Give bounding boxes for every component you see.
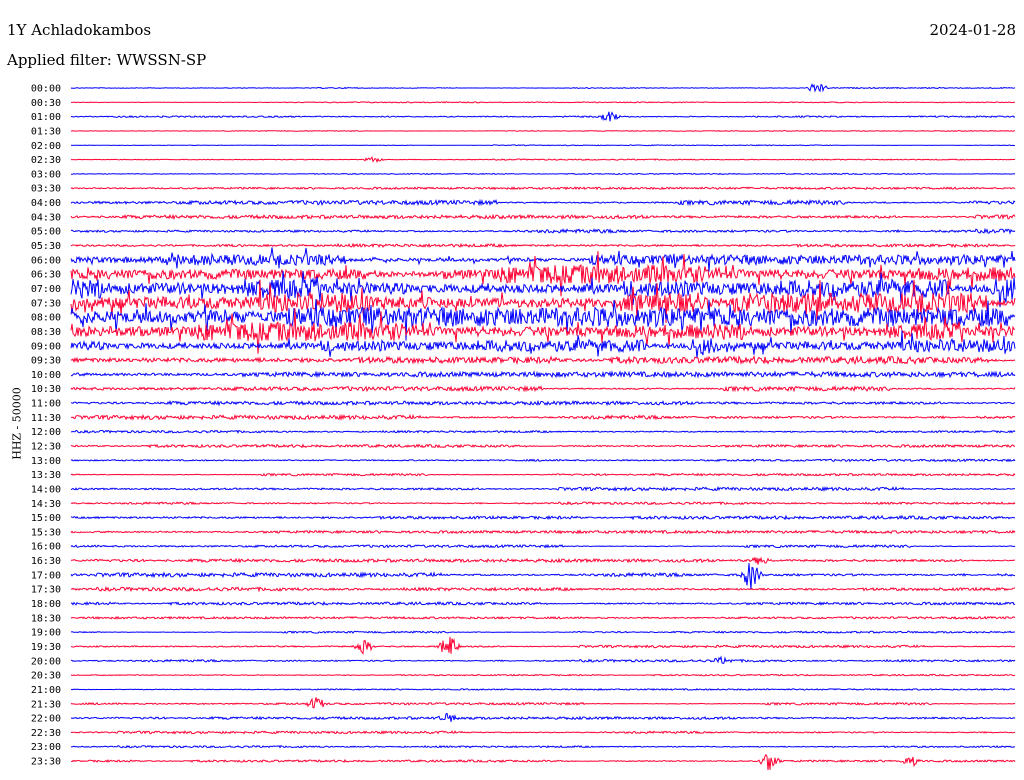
trace-1030 <box>70 384 1016 393</box>
tick-label: 00:30 <box>31 98 61 109</box>
tick-label: 03:30 <box>31 184 61 195</box>
trace-0100 <box>70 111 1016 122</box>
trace-1230 <box>70 443 1015 449</box>
tick-label: 02:30 <box>31 155 61 166</box>
tick-label: 03:00 <box>31 169 61 180</box>
trace-2130 <box>70 697 1016 709</box>
trace-0030 <box>70 101 1015 104</box>
tick-label: 14:00 <box>31 484 61 495</box>
tick-label: 05:00 <box>31 227 61 238</box>
trace-2030 <box>70 673 1016 677</box>
trace-2300 <box>70 744 1016 749</box>
tick-label: 01:00 <box>31 112 61 123</box>
tick-label: 06:00 <box>31 255 61 266</box>
trace-1730 <box>70 586 1016 593</box>
trace-1200 <box>70 429 1016 434</box>
trace-1100 <box>70 399 1016 407</box>
tick-label: 21:00 <box>31 685 61 696</box>
tick-label: 20:00 <box>31 656 61 667</box>
tick-label: 13:30 <box>31 470 61 481</box>
tick-label: 04:00 <box>31 198 61 209</box>
tick-label: 00:00 <box>31 84 61 95</box>
tick-label: 10:30 <box>31 384 61 395</box>
tick-label: 14:30 <box>31 499 61 510</box>
trace-1500 <box>70 514 1016 521</box>
tick-label: 22:30 <box>31 728 61 739</box>
trace-0430 <box>70 213 1016 221</box>
trace-1400 <box>70 486 1016 492</box>
tick-label: 11:00 <box>31 399 61 410</box>
tick-label: 08:30 <box>31 327 61 338</box>
trace-0930 <box>70 354 1016 366</box>
trace-0600 <box>70 247 1016 272</box>
tick-label: 17:00 <box>31 570 61 581</box>
tick-label: 12:00 <box>31 427 61 438</box>
tick-label: 21:30 <box>31 699 61 710</box>
trace-2230 <box>70 730 1016 735</box>
tick-label: 23:30 <box>31 757 61 768</box>
trace-1300 <box>70 458 1016 463</box>
trace-1800 <box>70 600 1016 606</box>
trace-0200 <box>71 144 1016 147</box>
trace-1430 <box>70 501 1016 506</box>
tick-label: 22:00 <box>31 714 61 725</box>
tick-label: 05:30 <box>31 241 61 252</box>
trace-0230 <box>70 156 1016 164</box>
tick-label: 07:00 <box>31 284 61 295</box>
trace-1900 <box>70 630 1016 634</box>
trace-0130 <box>70 129 1016 132</box>
tick-label: 06:30 <box>31 270 61 281</box>
trace-0000 <box>70 83 1016 93</box>
trace-0400 <box>70 198 1016 207</box>
tick-label: 04:30 <box>31 212 61 223</box>
tick-label: 18:30 <box>31 613 61 624</box>
tick-label: 20:30 <box>31 671 61 682</box>
tick-label: 16:00 <box>31 542 61 553</box>
tick-label: 15:00 <box>31 513 61 524</box>
trace-1600 <box>70 543 1016 549</box>
trace-2000 <box>70 655 1016 664</box>
tick-label: 11:30 <box>31 413 61 424</box>
trace-2200 <box>70 712 1016 722</box>
tick-label: 12:30 <box>31 442 61 453</box>
tick-label: 19:30 <box>31 642 61 653</box>
trace-1630 <box>70 556 1016 565</box>
trace-0500 <box>70 227 1016 235</box>
trace-1330 <box>70 472 1016 477</box>
tick-label: 02:00 <box>31 141 61 152</box>
trace-2330 <box>70 753 1016 771</box>
trace-1700 <box>70 563 1016 590</box>
trace-0300 <box>70 172 1016 176</box>
tick-label: 17:30 <box>31 585 61 596</box>
trace-1830 <box>70 615 1016 620</box>
trace-1130 <box>70 413 1016 422</box>
tick-label: 09:30 <box>31 356 61 367</box>
tick-label: 01:30 <box>31 126 61 137</box>
trace-1930 <box>70 636 1016 655</box>
tick-label: 10:00 <box>31 370 61 381</box>
tick-label: 07:30 <box>31 298 61 309</box>
helicorder-plot: 00:00 00:30 01:00 01:30 02:00 02:30 03:00 03:30… <box>31 83 1016 771</box>
trace-1530 <box>70 529 1016 535</box>
trace-1000 <box>70 370 1016 379</box>
tick-label: 08:00 <box>31 313 61 324</box>
tick-label: 13:00 <box>31 456 61 467</box>
tick-label: 15:30 <box>31 527 61 538</box>
tick-label: 16:30 <box>31 556 61 567</box>
trace-2100 <box>70 688 1016 691</box>
tick-label: 18:00 <box>31 599 61 610</box>
trace-0530 <box>70 242 1016 249</box>
trace-0330 <box>70 186 1016 191</box>
tick-label: 23:00 <box>31 742 61 753</box>
tick-label: 19:00 <box>31 628 61 639</box>
tick-label: 09:00 <box>31 341 61 352</box>
